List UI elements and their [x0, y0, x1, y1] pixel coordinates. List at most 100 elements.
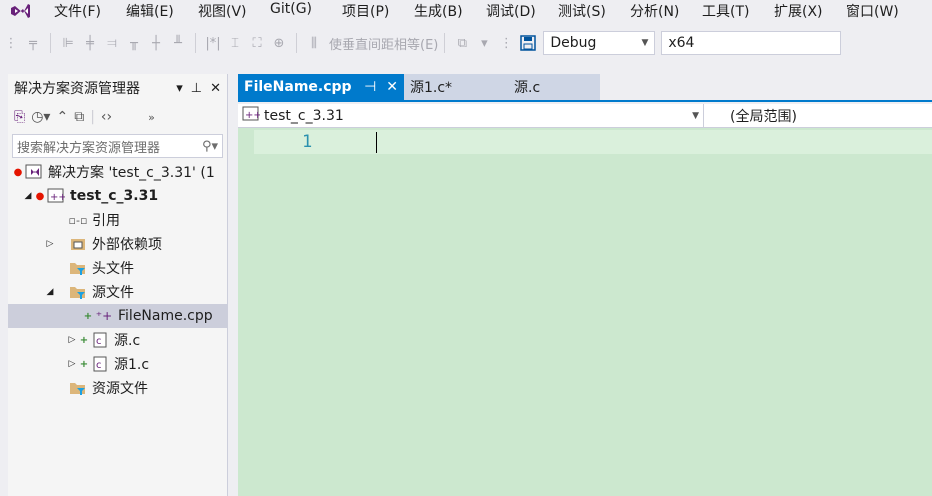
cpp-project-icon: ++ — [242, 106, 262, 126]
tree-item-filename-cpp[interactable]: + ⁺+ FileName.cpp — [8, 304, 227, 328]
window-position-icon[interactable]: ▾ — [176, 81, 183, 96]
align-to-grid-icon[interactable]: ╤ — [22, 32, 44, 54]
tab-label: FileName.cpp — [244, 79, 352, 95]
menu-analyze[interactable]: 分析(N) — [616, 1, 688, 21]
filter-folder-icon — [68, 259, 88, 277]
menu-edit[interactable]: 编辑(E) — [112, 1, 184, 21]
expanded-arrow-icon[interactable]: ◢ — [22, 191, 34, 201]
save-icon[interactable] — [517, 32, 539, 54]
switch-views-icon[interactable]: ⎘ — [14, 109, 25, 125]
external-deps-icon — [68, 235, 88, 253]
collapsed-arrow-icon[interactable]: ▷ — [44, 239, 56, 249]
visual-studio-logo-icon[interactable] — [0, 0, 40, 22]
align-bottoms-icon[interactable]: ╨ — [167, 32, 189, 54]
status-added-icon: + — [79, 358, 89, 370]
tree-item-label: 源文件 — [92, 285, 134, 301]
toolbar-separator — [50, 33, 51, 53]
tree-item-header-files[interactable]: 头文件 — [8, 256, 227, 280]
current-line-highlight — [254, 130, 932, 154]
solution-explorer-toolbar: ⎘ ◷▾ ⌃ ⧉ | ‹› » — [8, 102, 227, 132]
tree-item-yuan1-c[interactable]: ▷ + c 源1.c — [8, 352, 227, 376]
status-red-icon: ● — [13, 166, 23, 178]
toolbar: ⋮ ╤ ⊫ ╪ ⫤ ╥ ┼ ╨ |*| ⌶ ⛶ ⊕ ⫼ 使垂直间距相等(E) ⧉… — [0, 26, 932, 60]
tree-item-label: 头文件 — [92, 261, 134, 277]
scope-dropdown[interactable]: (全局范围) — [704, 104, 932, 127]
nav-scope-label: (全局范围) — [730, 108, 797, 125]
code-editor[interactable]: 1 — [238, 128, 932, 496]
menu-debug[interactable]: 调试(D) — [472, 1, 544, 21]
align-rights-icon[interactable]: ⫤ — [101, 32, 123, 54]
tree-item-solution[interactable]: ● 解决方案 'test_c_3.31' (1 — [8, 160, 227, 184]
tab-order-icon[interactable]: ⧉ — [451, 32, 473, 54]
menu-project[interactable]: 项目(P) — [328, 1, 400, 21]
document-tabstrip: FileName.cpp ⊣ ✕ 源1.c* 源.c — [238, 74, 932, 100]
collapsed-arrow-icon[interactable]: ▷ — [66, 359, 78, 369]
svg-text:c: c — [96, 336, 102, 347]
collapsed-arrow-icon[interactable]: ▷ — [66, 335, 78, 345]
expanded-arrow-icon[interactable]: ◢ — [44, 287, 56, 297]
tree-item-label: 源1.c — [114, 357, 150, 373]
pin-tab-icon[interactable]: ⊣ — [364, 79, 376, 95]
menu-git[interactable]: Git(G) — [256, 1, 328, 21]
tab-yuan-c[interactable]: 源.c — [500, 74, 600, 100]
align-centers-icon[interactable]: ╪ — [79, 32, 101, 54]
tree-item-external-deps[interactable]: ▷ 外部依赖项 — [8, 232, 227, 256]
chevron-down-icon: ▼ — [641, 38, 649, 48]
tab-yuan1-c[interactable]: 源1.c* — [404, 74, 500, 100]
pin-icon[interactable]: ⊥ — [191, 81, 202, 96]
collapse-all-icon[interactable]: ⌃ — [56, 109, 68, 125]
tree-item-source-files[interactable]: ◢ 源文件 — [8, 280, 227, 304]
align-lefts-icon[interactable]: ⊫ — [57, 32, 79, 54]
filter-folder-icon — [68, 379, 88, 397]
configuration-value: Debug — [550, 35, 597, 51]
solution-configuration-dropdown[interactable]: Debug ▼ — [543, 31, 656, 55]
toolbar-separator — [296, 33, 297, 53]
tree-item-resource-files[interactable]: 资源文件 — [8, 376, 227, 400]
vertical-spacing-icon[interactable]: ⫼ — [303, 32, 325, 54]
search-icon[interactable]: ⚲▾ — [202, 139, 218, 154]
toolbar-separator: | — [90, 109, 95, 125]
tree-item-yuan-c[interactable]: ▷ + c 源.c — [8, 328, 227, 352]
tree-item-label: FileName.cpp — [118, 308, 213, 324]
menu-tools[interactable]: 工具(T) — [688, 1, 760, 21]
menu-view[interactable]: 视图(V) — [184, 1, 256, 21]
solution-search-input[interactable]: 搜索解决方案资源管理器 ⚲▾ — [12, 134, 223, 158]
tree-item-label: 源.c — [114, 333, 141, 349]
align-middles-icon[interactable]: ┼ — [145, 32, 167, 54]
status-red-icon: ● — [35, 190, 45, 202]
menu-window[interactable]: 窗口(W) — [832, 1, 904, 21]
svg-text:c: c — [96, 360, 102, 371]
tree-item-references[interactable]: ▫-▫ 引用 — [8, 208, 227, 232]
menu-bar: 文件(F) 编辑(E) 视图(V) Git(G) 项目(P) 生成(B) 调试(… — [0, 0, 932, 22]
status-added-icon: + — [79, 334, 89, 346]
zoom-icon[interactable]: ⊕ — [268, 32, 290, 54]
close-tab-icon[interactable]: ✕ — [386, 79, 398, 95]
dropdown-arrow-icon[interactable]: ▾ — [473, 32, 495, 54]
tree-item-project[interactable]: ◢ ● ++ test_c_3.31 — [8, 184, 227, 208]
make-same-width-icon[interactable]: |*| — [202, 32, 224, 54]
platform-value: x64 — [668, 35, 695, 51]
show-all-files-icon[interactable]: ⧉ — [74, 109, 84, 125]
menu-extensions[interactable]: 扩展(X) — [760, 1, 832, 21]
tab-filename-cpp[interactable]: FileName.cpp ⊣ ✕ — [238, 74, 404, 100]
code-view-icon[interactable]: ‹› — [101, 109, 112, 125]
menu-file[interactable]: 文件(F) — [40, 1, 112, 21]
search-placeholder: 搜索解决方案资源管理器 — [17, 140, 161, 156]
make-vertical-spacing-equal-button[interactable]: 使垂直间距相等(E) — [329, 34, 438, 53]
solution-explorer-header: 解决方案资源管理器 ▾ ⊥ ✕ — [8, 74, 227, 102]
make-same-height-icon[interactable]: ⌶ — [224, 32, 246, 54]
size-to-grid-icon[interactable]: ⛶ — [246, 32, 268, 54]
editor-gutter — [238, 128, 254, 496]
menu-build[interactable]: 生成(B) — [400, 1, 472, 21]
align-tops-icon[interactable]: ╥ — [123, 32, 145, 54]
tab-label: 源1.c* — [410, 80, 453, 96]
project-dropdown[interactable]: ++ test_c_3.31 ▼ — [238, 104, 704, 127]
overflow-icon[interactable]: » — [148, 111, 155, 124]
cpp-file-icon: ⁺+ — [95, 309, 113, 323]
grip-icon: ⋮ — [499, 35, 513, 51]
close-icon[interactable]: ✕ — [210, 81, 221, 96]
menu-test[interactable]: 测试(S) — [544, 1, 616, 21]
solution-platform-dropdown[interactable]: x64 — [661, 31, 842, 55]
grip-icon: ⋮ — [4, 35, 18, 51]
history-icon[interactable]: ◷▾ — [31, 109, 50, 125]
